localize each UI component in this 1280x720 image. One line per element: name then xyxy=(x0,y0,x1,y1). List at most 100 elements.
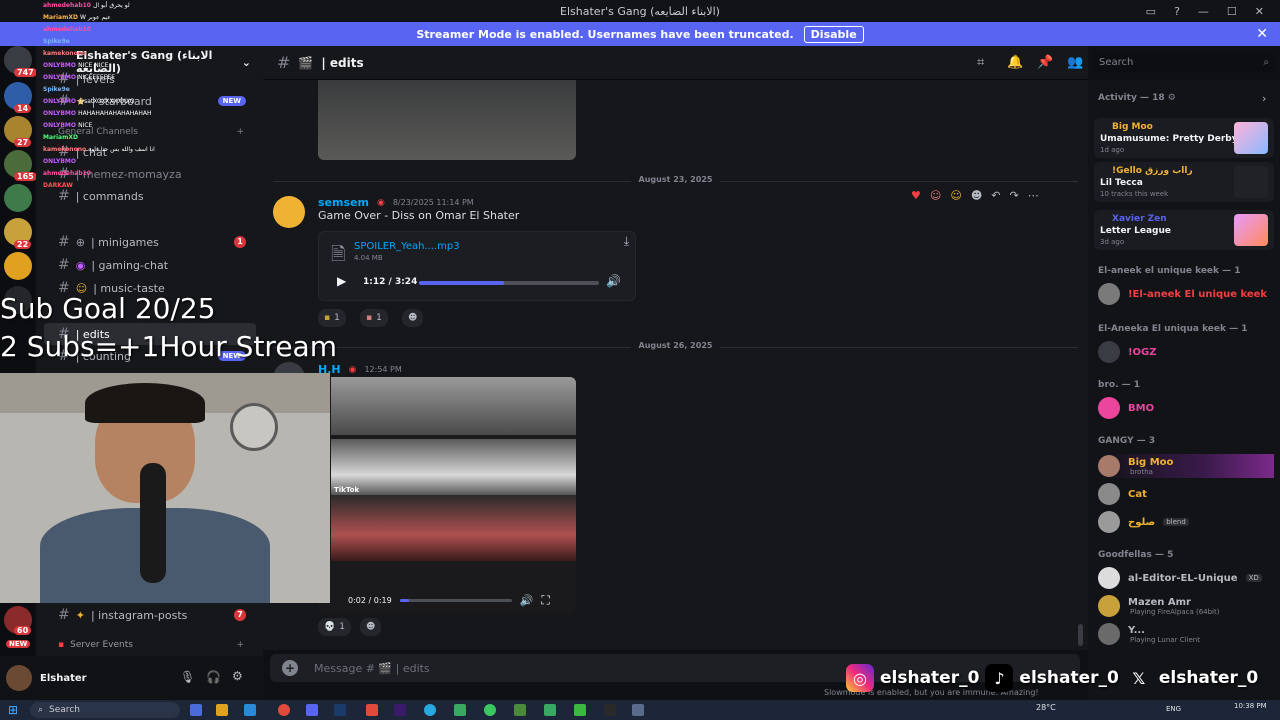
server-events-item[interactable]: ▪ Server Events + xyxy=(44,634,256,656)
fullscreen-icon[interactable]: ⛶ xyxy=(541,593,549,608)
chrome-icon[interactable] xyxy=(278,704,290,716)
heart-reaction-icon[interactable]: ♥ xyxy=(911,189,921,202)
weather-temp[interactable]: 28°C xyxy=(1036,703,1056,712)
gear-icon[interactable]: ⚙ xyxy=(232,669,243,683)
disable-streamer-mode-button[interactable]: Disable xyxy=(803,25,864,43)
channel-item[interactable]: # ⊕ | minigames 1 xyxy=(44,231,256,253)
file-explorer-icon[interactable] xyxy=(216,704,228,716)
member-item[interactable]: !El-aneek El unique keek xyxy=(1098,282,1274,306)
reaction-pill[interactable]: 💀 1 xyxy=(318,618,351,636)
windows-start-icon[interactable]: ⊞ xyxy=(8,703,18,717)
reaction-icon[interactable]: ☺ xyxy=(930,189,941,202)
activity-meta: 1d ago xyxy=(1100,146,1125,154)
member-item[interactable]: صلوح blend xyxy=(1098,510,1274,534)
smile-reaction-icon[interactable]: ☺ xyxy=(950,189,961,202)
app-icon[interactable] xyxy=(190,704,202,716)
add-reaction-button[interactable]: ☻ xyxy=(402,309,424,327)
forward-icon[interactable]: ↷ xyxy=(1010,189,1019,202)
scrollbar-thumb[interactable] xyxy=(1078,624,1083,646)
mention-badge: 165 xyxy=(14,172,37,181)
role-group-header: GANGY — 3 xyxy=(1098,436,1156,446)
member-item[interactable]: Cat xyxy=(1098,482,1274,506)
channel-item[interactable]: # | chat xyxy=(44,141,256,163)
channel-item[interactable]: # | levels xyxy=(44,68,256,90)
volume-icon[interactable]: 🔊 xyxy=(520,594,534,607)
channel-item[interactable]: # | memez-momayza xyxy=(44,163,256,185)
server-icon[interactable] xyxy=(4,252,32,280)
avatar[interactable] xyxy=(6,665,32,691)
activity-card[interactable]: Big Moo Umamusume: Pretty Derby 1d ago xyxy=(1094,118,1274,158)
app-icon[interactable] xyxy=(454,704,466,716)
telegram-icon[interactable] xyxy=(424,704,436,716)
premiere-icon[interactable] xyxy=(394,704,406,716)
audio-file-name[interactable]: SPOILER_Yeah....mp3 xyxy=(354,241,460,252)
headphones-icon[interactable]: 🎧 xyxy=(206,670,221,684)
channel-item[interactable]: # ★ | starboard NEW xyxy=(44,90,256,112)
gear-icon[interactable]: ⚙ xyxy=(1168,93,1176,103)
channel-item[interactable]: # ◉ | gaming-chat xyxy=(44,254,256,276)
audio-attachment[interactable]: 🗎 SPOILER_Yeah....mp3 4.04 MB ⤓ ▶ 1:12 /… xyxy=(318,231,636,301)
reaction-pill[interactable]: ▪ 1 xyxy=(360,309,388,327)
avatar xyxy=(1098,567,1120,589)
message-author[interactable]: semsem xyxy=(318,196,369,209)
member-item[interactable]: Y... Playing Lunar Client xyxy=(1098,622,1274,646)
calculator-icon[interactable] xyxy=(632,704,644,716)
epic-icon[interactable] xyxy=(604,704,616,716)
maximize-icon[interactable]: ☐ xyxy=(1227,5,1237,18)
minecraft-icon[interactable] xyxy=(514,704,526,716)
minimize-icon[interactable]: — xyxy=(1198,5,1209,18)
taskbar-search[interactable]: ⌕ Search xyxy=(30,702,180,718)
whatsapp-icon[interactable] xyxy=(484,704,496,716)
more-icon[interactable]: ⋯ xyxy=(1028,189,1039,202)
play-icon[interactable]: ▶ xyxy=(337,274,346,288)
member-item[interactable]: Mazen Amr Playing FireAlpaca (64bit) xyxy=(1098,594,1274,618)
clock-time[interactable]: 10:38 PM xyxy=(1234,702,1267,710)
member-item[interactable]: BMO xyxy=(1098,396,1274,420)
audio-progress[interactable] xyxy=(419,281,599,285)
category-header[interactable]: General Channels + xyxy=(44,121,256,143)
add-reaction-icon[interactable]: ☻ xyxy=(971,189,982,202)
attach-icon[interactable]: + xyxy=(282,660,298,676)
threads-icon[interactable]: ⌗ xyxy=(977,55,984,70)
activity-card[interactable]: Xavier Zen Letter League 3d ago xyxy=(1094,210,1274,250)
bell-icon[interactable]: 🔔 xyxy=(1007,55,1023,70)
server-icon[interactable] xyxy=(4,184,32,212)
video-progress[interactable] xyxy=(399,598,512,602)
photoshop-icon[interactable] xyxy=(334,704,346,716)
discord-icon[interactable] xyxy=(306,704,318,716)
close-window-icon[interactable]: ✕ xyxy=(1255,5,1264,18)
reply-icon[interactable]: ↶ xyxy=(991,189,1000,202)
members-icon[interactable]: 👥 xyxy=(1067,55,1083,70)
activity-card[interactable]: !Gello رااب ورزق Lil Tecca 10 tracks thi… xyxy=(1094,162,1274,202)
member-item[interactable]: Big Moo brotha xyxy=(1098,454,1274,478)
channel-item[interactable]: # | commands xyxy=(44,185,256,207)
member-item[interactable]: al-Editor-EL-Unique XD xyxy=(1098,566,1274,590)
brave-icon[interactable] xyxy=(366,704,378,716)
channel-item[interactable]: # ✦ | instagram-posts 7 xyxy=(44,604,256,626)
close-banner-icon[interactable]: ✕ xyxy=(1256,26,1268,42)
app-icon[interactable] xyxy=(544,704,556,716)
volume-icon[interactable]: 🔊 xyxy=(606,274,621,288)
xbox-icon[interactable] xyxy=(574,704,586,716)
video-attachment[interactable]: TikTok 0:02 / 0:19 🔊 ⛶ xyxy=(318,377,576,613)
microphone-icon[interactable]: 🎙 xyxy=(180,670,195,684)
member-item[interactable]: !OGZ xyxy=(1098,340,1274,364)
new-badge: NEW xyxy=(6,640,31,648)
sub-goal-line1: Sub Goal 20/25 xyxy=(0,292,216,325)
video-progress-fill xyxy=(399,598,409,602)
search-input[interactable]: Search ⌕ xyxy=(1093,52,1275,72)
help-icon[interactable]: ? xyxy=(1174,5,1180,18)
avatar[interactable] xyxy=(273,196,305,228)
edge-icon[interactable] xyxy=(244,704,256,716)
hash-icon: # xyxy=(58,234,70,250)
add-reaction-button[interactable]: ☻ xyxy=(360,618,382,636)
image-attachment[interactable] xyxy=(318,80,576,160)
add-event-icon[interactable]: + xyxy=(236,640,244,650)
audio-time: 1:12 / 3:24 xyxy=(363,277,418,287)
pin-icon[interactable]: 📌 xyxy=(1037,55,1053,70)
chevron-right-icon[interactable]: › xyxy=(1262,92,1266,105)
inbox-icon[interactable]: ▭ xyxy=(1146,5,1156,18)
language-indicator[interactable]: ENG xyxy=(1166,705,1181,713)
download-icon[interactable]: ⤓ xyxy=(624,234,629,249)
add-channel-icon[interactable]: + xyxy=(236,127,244,137)
